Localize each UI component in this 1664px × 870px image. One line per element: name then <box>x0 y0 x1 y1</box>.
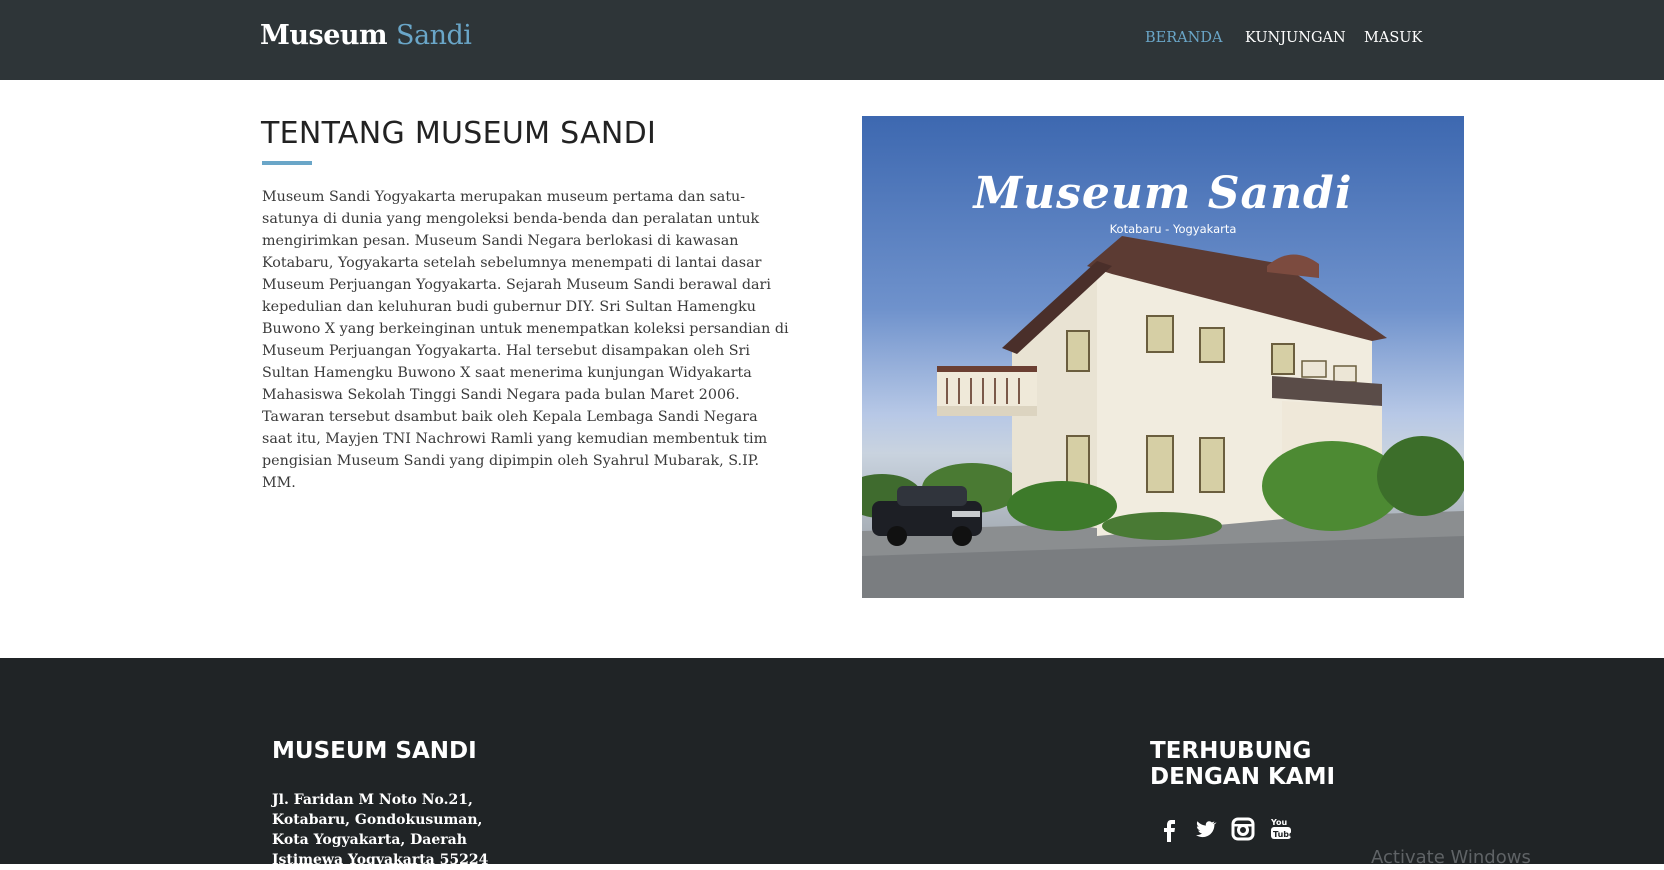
footer-title: MUSEUM SANDI <box>272 738 477 764</box>
title-underline <box>262 161 312 165</box>
main-nav: BERANDA KUNJUNGAN MASUK <box>0 30 1664 50</box>
photo-overlay-title: Museum Sandi <box>973 168 1353 219</box>
footer-address: Jl. Faridan M Noto No.21, Kotabaru, Gond… <box>272 792 489 868</box>
contact-title: TERHUBUNG DENGAN KAMI <box>1150 738 1336 790</box>
svg-text:Tube: Tube <box>1273 830 1294 839</box>
photo-overlay-subtitle: Kotabaru - Yogyakarta <box>1109 222 1237 236</box>
nav-item-beranda[interactable]: BERANDA <box>1145 30 1222 46</box>
activate-windows-watermark: Activate Windows <box>1371 847 1531 868</box>
footer: MUSEUM SANDI Jl. Faridan M Noto No.21, K… <box>0 658 1664 868</box>
svg-text:You: You <box>1270 818 1288 827</box>
nav-item-masuk[interactable]: MASUK <box>1364 30 1422 46</box>
navbar: Museum Sandi BERANDA KUNJUNGAN MASUK <box>0 0 1664 80</box>
facebook-icon[interactable] <box>1156 816 1182 842</box>
about-text: Museum Sandi Yogyakarta merupakan museum… <box>262 189 789 491</box>
instagram-icon[interactable] <box>1230 816 1256 842</box>
youtube-icon[interactable]: You Tube <box>1268 816 1295 842</box>
nav-item-kunjungan[interactable]: KUNJUNGAN <box>1245 30 1346 46</box>
about-title: TENTANG MUSEUM SANDI <box>261 116 657 151</box>
social-links: You Tube <box>1156 816 1316 846</box>
twitter-icon[interactable] <box>1192 816 1218 842</box>
museum-photo: Museum Sandi Kotabaru - Yogyakarta <box>862 116 1464 598</box>
